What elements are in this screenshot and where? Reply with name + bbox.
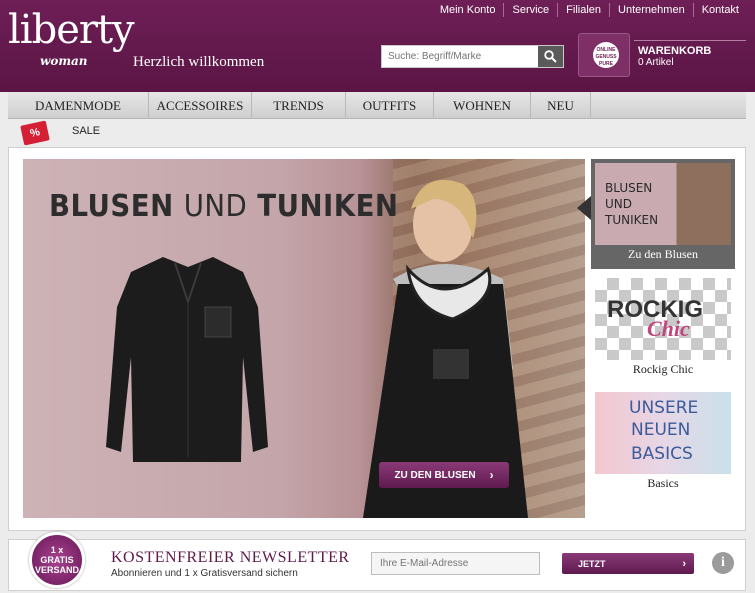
- topnav-mein-konto[interactable]: Mein Konto: [432, 3, 504, 17]
- thumb-basics[interactable]: UNSERE NEUEN BASICS Basics: [591, 388, 735, 498]
- thumb-basics-caption: Basics: [647, 476, 679, 490]
- nav-outfits[interactable]: OUTFITS: [346, 92, 434, 119]
- thumb-blusen-line3: TUNIKEN: [605, 213, 659, 227]
- search-input[interactable]: [382, 46, 539, 67]
- topnav-filialen[interactable]: Filialen: [557, 3, 609, 17]
- chevron-right-icon: ›: [489, 468, 494, 482]
- top-navigation: Mein Konto Service Filialen Unternehmen …: [432, 3, 747, 17]
- bag-badge: ONLINE GENUSS PURE: [593, 42, 619, 68]
- cart-divider: [634, 40, 746, 41]
- nav-neu[interactable]: NEU: [531, 92, 591, 119]
- cart-count: 0 Artikel: [638, 57, 674, 68]
- thumb-blusen-caption: Zu den Blusen: [628, 247, 698, 261]
- hero-banner[interactable]: BLUSEN UND TUNIKEN ZU DEN BLUSEN ›: [23, 159, 585, 518]
- logo[interactable]: liberty woman: [8, 7, 135, 68]
- badge-line1: 1 x: [50, 545, 64, 555]
- welcome-text: Herzlich willkommen: [133, 54, 265, 70]
- search-button[interactable]: [538, 46, 563, 67]
- thumb-basics-line2: NEUEN: [631, 420, 691, 440]
- cart-title: WARENKORB: [638, 45, 712, 57]
- chevron-right-icon: ›: [682, 557, 686, 570]
- thumb-blusen-line1: BLUSEN: [605, 181, 653, 195]
- thumb-rockig-image: ROCKIG Chic: [595, 278, 731, 360]
- hero-headline-word1: BLUSEN: [49, 189, 174, 224]
- newsletter-subtitle: Abonnieren und 1 x Gratisversand sichern: [111, 568, 298, 579]
- hero-cta-label: ZU DEN BLUSEN: [394, 469, 476, 481]
- badge-line3: VERSAND: [34, 565, 79, 575]
- logo-text: liberty: [8, 7, 135, 53]
- hero-headline: BLUSEN UND TUNIKEN: [49, 189, 398, 224]
- badge-line2: GRATIS: [40, 555, 74, 565]
- page: liberty woman Herzlich willkommen Mein K…: [0, 0, 755, 593]
- shopping-bag-icon: ONLINE GENUSS PURE: [578, 33, 630, 77]
- newsletter-submit-label: JETZT: [578, 558, 606, 569]
- topnav-service[interactable]: Service: [503, 3, 557, 17]
- nav-accessoires[interactable]: ACCESSOIRES: [149, 92, 252, 119]
- header: liberty woman Herzlich willkommen Mein K…: [0, 0, 755, 92]
- thumb-basics-line3: BASICS: [631, 444, 693, 464]
- logo-subtext: woman: [40, 54, 88, 68]
- hero-headline-word2: UND: [183, 189, 248, 224]
- sale-tag-icon: %: [20, 120, 50, 146]
- hero-cta-button[interactable]: ZU DEN BLUSEN ›: [379, 462, 509, 488]
- gratis-versand-badge: 1 x GRATIS VERSAND: [29, 532, 85, 588]
- nav-damenmode[interactable]: DAMENMODE: [8, 92, 149, 119]
- thumb-blusen-image: BLUSEN UND TUNIKEN: [595, 163, 731, 245]
- thumb-basics-image: UNSERE NEUEN BASICS: [595, 392, 731, 474]
- blouse-image: [106, 257, 268, 462]
- cart[interactable]: ONLINE GENUSS PURE WARENKORB 0 Artikel: [578, 33, 748, 78]
- content-box: BLUSEN UND TUNIKEN ZU DEN BLUSEN › BLUSE…: [8, 147, 746, 531]
- thumb-basics-line1: UNSERE: [629, 398, 699, 418]
- thumb-rockig-chic[interactable]: ROCKIG Chic Rockig Chic: [591, 274, 735, 384]
- thumb-blusen[interactable]: BLUSEN UND TUNIKEN Zu den Blusen: [591, 159, 735, 269]
- nav-trends[interactable]: TRENDS: [252, 92, 346, 119]
- info-icon[interactable]: i: [712, 552, 734, 574]
- nav-wohnen[interactable]: WOHNEN: [434, 92, 531, 119]
- sale-label: SALE: [72, 125, 101, 137]
- thumb-rockig-line2: Chic: [647, 316, 690, 341]
- topnav-unternehmen[interactable]: Unternehmen: [609, 3, 693, 17]
- newsletter-title: KOSTENFREIER NEWSLETTER: [111, 549, 350, 566]
- thumb-blusen-line2: UND: [605, 197, 632, 211]
- search-icon: [544, 50, 557, 63]
- carousel-prev-arrow-icon[interactable]: [577, 196, 591, 220]
- thumb-rockig-caption: Rockig Chic: [632, 362, 694, 376]
- newsletter-email-input[interactable]: [371, 552, 540, 575]
- newsletter-submit-button[interactable]: JETZT ›: [562, 553, 694, 574]
- newsletter-bar: 1 x GRATIS VERSAND KOSTENFREIER NEWSLETT…: [8, 532, 746, 591]
- main-navigation: DAMENMODE ACCESSOIRES TRENDS OUTFITS WOH…: [8, 92, 746, 119]
- topnav-kontakt[interactable]: Kontakt: [692, 3, 747, 17]
- search-box: [381, 45, 564, 68]
